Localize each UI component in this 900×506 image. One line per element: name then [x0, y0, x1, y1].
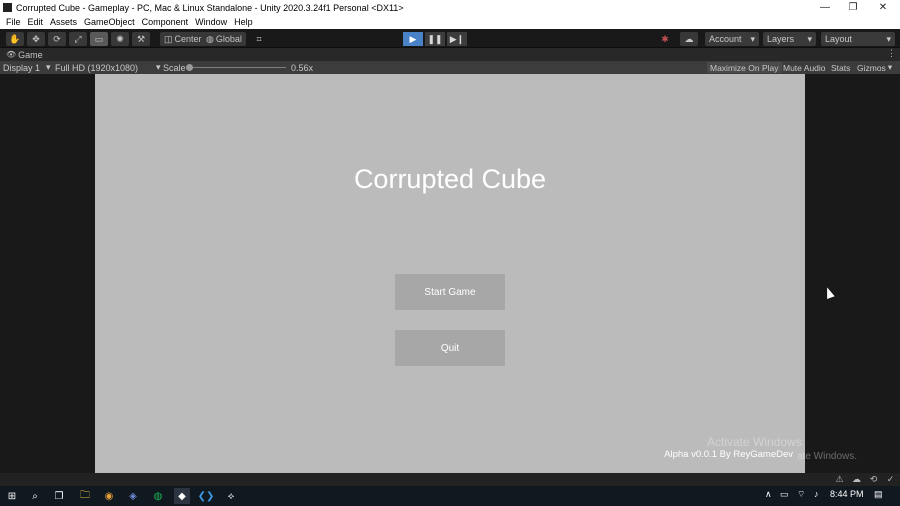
pivot-icon: ◫ — [164, 33, 173, 44]
unity-hub-icon[interactable]: ◆ — [174, 488, 190, 504]
menu-component[interactable]: Component — [141, 17, 190, 27]
refresh-icon[interactable]: ⟲ — [868, 474, 879, 485]
cloud-icon[interactable]: ☁ — [680, 32, 698, 46]
space-toggle[interactable]: ◍ Global — [202, 32, 246, 46]
windows-taskbar: ⊞ ⌕ ❐ 🗀 ◉ ◈ ◍ ◆ ❮❯ ⟡ ∧ ▭ ⌔ ♪ 8:44 PM ▤ — [0, 486, 900, 506]
layout-label: Layout — [825, 34, 853, 44]
activate-windows-watermark-sub: ate Windows. — [797, 451, 858, 462]
quit-button[interactable]: Quit — [395, 330, 505, 366]
account-label: Account — [709, 34, 742, 44]
game-tab-icon: 👁 — [6, 50, 17, 59]
step-button[interactable]: ▶❙ — [447, 32, 467, 46]
hand-tool-icon[interactable]: ✋ — [6, 32, 24, 46]
warning-icon[interactable]: ⚠ — [834, 474, 845, 485]
snap-grid-icon[interactable]: ⌗ — [250, 32, 268, 46]
minimize-button[interactable]: — — [810, 0, 840, 15]
transform-tool-icon[interactable]: ✺ — [111, 32, 129, 46]
display-label: Display 1 — [3, 62, 41, 73]
window-titlebar: Corrupted Cube - Gameplay - PC, Mac & Li… — [0, 0, 900, 15]
task-view-icon[interactable]: ❐ — [51, 488, 67, 504]
wifi-icon[interactable]: ⌔ — [797, 489, 805, 500]
scale-slider-track[interactable] — [190, 67, 286, 68]
chevron-down-icon: ▾ — [750, 33, 755, 44]
windows-start-icon[interactable]: ⊞ — [4, 488, 20, 504]
gizmos-label: Gizmos — [857, 62, 886, 73]
clock[interactable]: 8:44 PM — [830, 489, 864, 499]
chevron-down-icon: ▾ — [46, 62, 51, 72]
maximize-on-play-toggle[interactable]: Maximize On Play — [707, 62, 782, 73]
window-title: Corrupted Cube - Gameplay - PC, Mac & Li… — [16, 2, 404, 13]
menu-edit[interactable]: Edit — [27, 17, 45, 27]
scale-value: 0.56x — [291, 62, 314, 73]
layers-dropdown[interactable]: Layers ▾ — [763, 32, 816, 46]
game-title: Corrupted Cube — [353, 164, 547, 194]
volume-icon[interactable]: ♪ — [814, 489, 819, 499]
layout-dropdown[interactable]: Layout ▾ — [821, 32, 895, 46]
tab-menu-icon[interactable]: ⋮ — [887, 48, 896, 59]
chevron-down-icon: ▾ — [887, 62, 893, 72]
display-dropdown[interactable]: Display 1 ▾ — [3, 61, 51, 74]
notification-icon[interactable]: ▤ — [874, 489, 883, 500]
tray-chevron-icon[interactable]: ∧ — [765, 489, 772, 500]
custom-tool-icon[interactable]: ⚒ — [132, 32, 150, 46]
play-button[interactable]: ▶ — [403, 32, 423, 46]
menu-gameobject[interactable]: GameObject — [83, 17, 136, 27]
start-game-button[interactable]: Start Game — [395, 274, 505, 310]
version-label: Alpha v0.0.1 By ReyGameDev — [664, 449, 793, 460]
account-dropdown[interactable]: Account ▾ — [705, 32, 759, 46]
spotify-icon[interactable]: ◍ — [150, 488, 166, 504]
menu-window[interactable]: Window — [194, 17, 228, 27]
mute-audio-toggle[interactable]: Mute Audio — [780, 62, 829, 73]
battery-icon[interactable]: ▭ — [780, 489, 789, 500]
check-icon[interactable]: ✓ — [885, 474, 896, 485]
space-label: Global — [215, 34, 242, 44]
restore-button[interactable]: ❐ — [838, 0, 868, 15]
gizmos-toggle[interactable]: Gizmos ▾ — [854, 62, 895, 73]
chrome-icon[interactable]: ◉ — [101, 488, 117, 504]
chevron-down-icon: ▾ — [886, 33, 891, 44]
chevron-down-icon: ▾ — [807, 33, 812, 44]
scale-slider-knob[interactable] — [186, 64, 193, 71]
game-view-controls: Display 1 ▾ Full HD (1920x1080) ▾ Scale … — [0, 61, 900, 74]
globe-icon: ◍ — [206, 33, 214, 44]
pause-button[interactable]: ❚❚ — [425, 32, 445, 46]
collab-icon[interactable]: ✱ — [656, 32, 674, 46]
stats-toggle[interactable]: Stats — [828, 62, 853, 73]
menu-help[interactable]: Help — [233, 17, 254, 27]
move-tool-icon[interactable]: ✥ — [27, 32, 45, 46]
layers-label: Layers — [767, 34, 795, 44]
search-icon[interactable]: ⌕ — [27, 488, 43, 504]
menu-bar: File Edit Assets GameObject Component Wi… — [0, 15, 900, 29]
vscode-icon[interactable]: ❮❯ — [198, 488, 215, 504]
menu-file[interactable]: File — [5, 17, 22, 27]
file-explorer-icon[interactable]: 🗀 — [77, 488, 93, 504]
menu-assets[interactable]: Assets — [49, 17, 78, 27]
rotate-tool-icon[interactable]: ⟳ — [48, 32, 66, 46]
resolution-label: Full HD (1920x1080) — [55, 62, 139, 73]
rect-tool-icon[interactable]: ▭ — [90, 32, 108, 46]
tab-game[interactable]: Game — [18, 50, 43, 60]
game-screen: Corrupted Cube Start Game Quit Alpha v0.… — [95, 74, 805, 473]
scale-tool-icon[interactable]: ⤢ — [69, 32, 87, 46]
activate-windows-watermark: Activate Windows — [707, 435, 802, 449]
status-bar: ⚠ ☁ ⟲ ✓ — [0, 473, 900, 486]
main-toolbar: ✋ ✥ ⟳ ⤢ ▭ ✺ ⚒ ◫ Center ◍ Global ⌗ ▶ ❚❚ ▶… — [0, 29, 900, 48]
pivot-toggle[interactable]: ◫ Center — [160, 32, 206, 46]
close-button[interactable]: ✕ — [868, 0, 898, 15]
cloud-sync-icon[interactable]: ☁ — [851, 474, 862, 485]
discord-icon[interactable]: ◈ — [125, 488, 141, 504]
unity-logo-icon — [3, 3, 12, 12]
pivot-label: Center — [174, 34, 202, 44]
game-viewport: Corrupted Cube Start Game Quit Alpha v0.… — [0, 74, 900, 473]
resolution-dropdown[interactable]: Full HD (1920x1080) ▾ — [55, 61, 161, 74]
game-tab-bar: 👁 Game ⋮ — [0, 48, 900, 61]
unity-icon[interactable]: ⟡ — [223, 488, 239, 504]
scale-label: Scale — [163, 62, 186, 73]
chevron-down-icon: ▾ — [156, 62, 161, 72]
